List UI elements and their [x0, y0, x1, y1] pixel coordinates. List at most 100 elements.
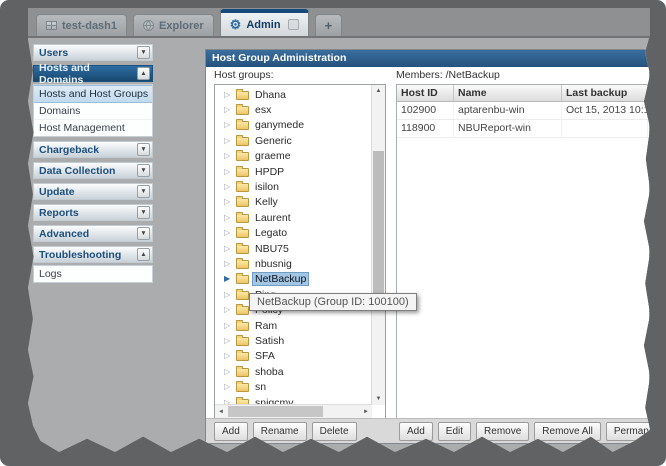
tree-horizontal-scrollbar[interactable] [215, 404, 372, 418]
sidebar-item-hosts-and-host-groups[interactable]: Hosts and Host Groups [34, 85, 152, 103]
folder-icon [236, 245, 249, 254]
chevron-down-icon[interactable] [137, 143, 150, 156]
tree-item-netbackup[interactable]: NetBackup [215, 272, 372, 287]
folder-icon [236, 322, 249, 331]
table-cell: NBUReport-win [454, 120, 562, 137]
chevron-down-icon[interactable] [137, 185, 150, 198]
expand-arrow-icon[interactable] [224, 229, 232, 237]
tree-item-nbusnig[interactable]: nbusnig [215, 256, 372, 271]
tab-new-tab[interactable]: + [315, 14, 343, 36]
tree-item-sn[interactable]: sn [215, 379, 372, 394]
expand-arrow-icon[interactable] [224, 152, 232, 160]
chevron-down-icon[interactable] [137, 46, 150, 59]
horizontal-scroll-thumb[interactable] [228, 406, 323, 417]
expand-arrow-icon[interactable] [224, 198, 232, 206]
tree-item-hpdp[interactable]: HPDP [215, 164, 372, 179]
expand-arrow-icon[interactable] [224, 275, 232, 283]
column-header-host-id[interactable]: Host ID [397, 85, 454, 101]
sidebar-section-label: Troubleshooting [39, 249, 121, 261]
expand-arrow-icon[interactable] [224, 306, 232, 314]
sidebar-section-update[interactable]: Update [33, 183, 153, 200]
tab-admin[interactable]: Admin [220, 9, 309, 36]
expand-arrow-icon[interactable] [224, 168, 232, 176]
members-table-header: Host IDNameLast backupP [397, 85, 649, 102]
edit-button[interactable]: Edit [438, 422, 471, 441]
expand-arrow-icon[interactable] [224, 322, 232, 330]
tab-explorer[interactable]: Explorer [133, 14, 214, 36]
sidebar-section-advanced[interactable]: Advanced [33, 225, 153, 242]
add-button[interactable]: Add [214, 422, 248, 441]
column-header-name[interactable]: Name [454, 85, 562, 101]
table-row[interactable]: 102900aptarenbu-winOct 15, 2013 10:16:..… [397, 102, 649, 120]
tree-item-label: esx [253, 104, 273, 116]
expand-arrow-icon[interactable] [224, 352, 232, 360]
folder-icon [236, 137, 249, 146]
expand-arrow-icon[interactable] [224, 183, 232, 191]
column-header-last-backup[interactable]: Last backup [562, 85, 648, 101]
expand-arrow-icon[interactable] [224, 337, 232, 345]
tree-item-nbu75[interactable]: NBU75 [215, 241, 372, 256]
tree-item-ram[interactable]: Ram [215, 318, 372, 333]
chevron-down-icon[interactable] [137, 227, 150, 240]
expand-arrow-icon[interactable] [224, 245, 232, 253]
vertical-scroll-thumb[interactable] [373, 151, 384, 296]
expand-arrow-icon[interactable] [224, 214, 232, 222]
tab-test-dash1[interactable]: test-dash1 [36, 14, 127, 36]
tree-item-laurent[interactable]: Laurent [215, 210, 372, 225]
folder-icon [236, 337, 249, 346]
tree-item-legato[interactable]: Legato [215, 226, 372, 241]
delete-button[interactable]: Delete [312, 422, 357, 441]
tree-item-graeme[interactable]: graeme [215, 149, 372, 164]
tree-item-ganymede[interactable]: ganymede [215, 118, 372, 133]
scroll-right-icon[interactable] [360, 405, 372, 418]
sidebar-section-troubleshooting[interactable]: Troubleshooting [33, 246, 153, 263]
sidebar-item-logs[interactable]: Logs [34, 266, 152, 282]
expand-arrow-icon[interactable] [224, 368, 232, 376]
host-groups-tree: Dhana esx ganymedeGenericgraemeHPDPisilonK… [214, 84, 386, 419]
tree-item-label: Ram [253, 320, 279, 332]
tree-vertical-scrollbar[interactable] [371, 85, 385, 405]
rename-button[interactable]: Rename [253, 422, 307, 441]
table-row[interactable]: 118900NBUReport-win [397, 120, 649, 138]
expand-arrow-icon[interactable] [224, 91, 232, 99]
tree-item-esx[interactable]: esx [215, 102, 372, 117]
sidebar-section-chargeback[interactable]: Chargeback [33, 141, 153, 158]
tree-item-generic[interactable]: Generic [215, 133, 372, 148]
host-groups-label: Host groups: [214, 69, 274, 81]
tree-item-dhana[interactable]: Dhana [215, 87, 372, 102]
chevron-up-icon[interactable] [137, 248, 150, 261]
tree-item-sfa[interactable]: SFA [215, 349, 372, 364]
globe-icon [143, 20, 154, 31]
chevron-down-icon[interactable] [137, 164, 150, 177]
sidebar-item-host-management[interactable]: Host Management [34, 120, 152, 136]
sidebar-section-reports[interactable]: Reports [33, 204, 153, 221]
folder-icon [236, 368, 249, 377]
scroll-down-icon[interactable] [372, 393, 385, 405]
tab-close-icon[interactable] [288, 19, 299, 30]
folder-icon [236, 168, 249, 177]
scroll-left-icon[interactable] [215, 405, 227, 418]
screenshot-stage: test-dash1 Explorer Admin + Users Hosts and … [0, 0, 666, 466]
expand-arrow-icon[interactable] [224, 383, 232, 391]
tree-item-shoba[interactable]: shoba [215, 364, 372, 379]
sidebar-section-data-collection[interactable]: Data Collection [33, 162, 153, 179]
sidebar-section-users[interactable]: Users [33, 44, 153, 61]
chevron-down-icon[interactable] [137, 206, 150, 219]
sidebar-section-hosts-and-domains[interactable]: Hosts and Domains [33, 65, 153, 82]
tree-item-kelly[interactable]: Kelly [215, 195, 372, 210]
expand-arrow-icon[interactable] [224, 121, 232, 129]
add-button[interactable]: Add [399, 422, 433, 441]
scroll-up-icon[interactable] [372, 85, 385, 97]
tree-item-label: SFA [253, 350, 277, 362]
panel-title: Host Group Administration [206, 50, 649, 67]
expand-arrow-icon[interactable] [224, 106, 232, 114]
expand-arrow-icon[interactable] [224, 291, 232, 299]
sidebar-item-domains[interactable]: Domains [34, 103, 152, 120]
expand-arrow-icon[interactable] [224, 260, 232, 268]
host-group-admin-panel: Host Group Administration Host groups: M… [205, 49, 650, 444]
tree-button-group: Add Rename Delete [214, 422, 362, 441]
expand-arrow-icon[interactable] [224, 137, 232, 145]
chevron-up-icon[interactable] [137, 67, 150, 80]
tree-item-satish[interactable]: Satish [215, 333, 372, 348]
tree-item-isilon[interactable]: isilon [215, 179, 372, 194]
